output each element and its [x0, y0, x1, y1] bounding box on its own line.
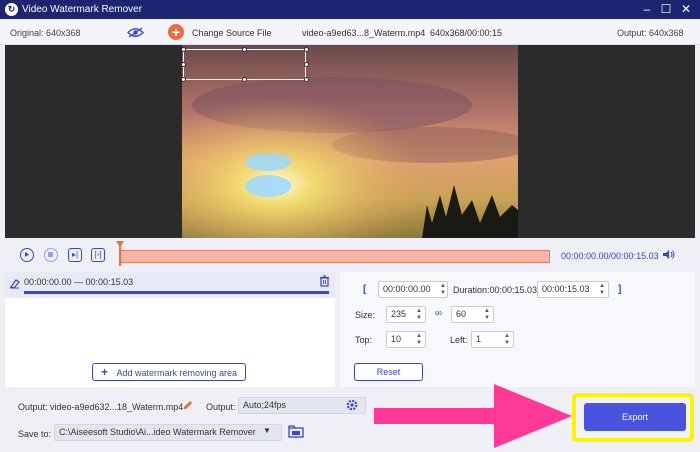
minimize-icon[interactable]: – — [640, 2, 654, 16]
top-spinner-icon[interactable]: ▲ ▼ — [415, 333, 423, 347]
segment-progress-bar — [24, 291, 329, 294]
resize-handle[interactable] — [304, 47, 309, 52]
chevron-down-icon[interactable]: ▼ — [263, 426, 271, 435]
link-icon[interactable]: ∞ — [435, 308, 442, 319]
plus-icon: + — [100, 365, 108, 379]
stop-icon[interactable] — [44, 248, 58, 262]
resize-handle[interactable] — [181, 62, 186, 67]
size-label: Size: — [355, 310, 376, 320]
pointer-arrow-icon — [374, 384, 572, 448]
set-start-icon[interactable]: [ — [363, 284, 366, 295]
folder-icon[interactable] — [288, 425, 304, 438]
source-filename: video-a9ed63...8_Waterm.mp4 — [302, 28, 426, 38]
start-time-field[interactable]: 00:00:00.00 — [378, 281, 448, 298]
output-label: Output: — [18, 402, 48, 412]
original-resolution: Original: 640x368 — [10, 28, 81, 38]
timecode: 00:00:00.00/00:00:15.03 — [561, 251, 659, 261]
output-format-label: Output: — [206, 402, 236, 412]
left-spinner-icon[interactable]: ▲ ▼ — [503, 333, 511, 347]
left-label: Left: — [450, 335, 468, 345]
resize-handle[interactable] — [304, 77, 309, 82]
save-path-select[interactable]: C:\Aiseesoft Studio\Ai...ideo Watermark … — [54, 424, 282, 441]
eraser-icon — [10, 279, 20, 289]
width-spinner-icon[interactable]: ▲ ▼ — [415, 308, 423, 322]
top-label: Top: — [355, 335, 373, 345]
output-filename: video-a9ed632...18_Waterm.mp4 — [50, 402, 184, 412]
edit-icon[interactable] — [183, 400, 193, 410]
resize-handle[interactable] — [304, 62, 309, 67]
resize-handle[interactable] — [242, 77, 247, 82]
height-spinner-icon[interactable]: ▲ ▼ — [483, 308, 491, 322]
watermark-selection-box[interactable] — [183, 49, 306, 80]
window-title: Video Watermark Remover — [22, 4, 143, 15]
duration-label: Duration:00:00:15.03 — [453, 285, 538, 295]
start-spinner-icon[interactable]: ▲ ▼ — [439, 283, 447, 297]
volume-icon[interactable] — [662, 249, 675, 260]
save-to-label: Save to: — [18, 429, 52, 439]
segment-time-range: 00:00:00.00 — 00:00:15.03 — [24, 277, 134, 287]
resize-handle[interactable] — [242, 47, 247, 52]
play-icon[interactable] — [20, 248, 34, 262]
timeline-track[interactable] — [120, 250, 550, 263]
export-button[interactable]: Export — [584, 403, 686, 431]
info-bar: Original: 640x368 + Change Source File v… — [0, 19, 700, 45]
output-resolution: Output: 640x368 — [617, 28, 684, 38]
end-spinner-icon[interactable]: ▲ ▼ — [598, 283, 606, 297]
maximize-icon[interactable]: ☐ — [659, 2, 673, 16]
trash-icon[interactable] — [319, 275, 330, 287]
change-source-button[interactable]: Change Source File — [192, 28, 272, 38]
resize-handle[interactable] — [181, 77, 186, 82]
set-end-icon[interactable]: ] — [618, 284, 621, 295]
source-info: 640x368/00:00:15 — [430, 28, 503, 38]
add-area-label: Add watermark removing area — [116, 368, 238, 378]
playhead-marker-icon[interactable] — [116, 241, 124, 247]
add-watermark-area-button[interactable]: + Add watermark removing area — [92, 363, 246, 381]
add-source-icon[interactable]: + — [168, 24, 184, 40]
gear-icon[interactable] — [346, 399, 358, 411]
resize-handle[interactable] — [181, 47, 186, 52]
eye-icon[interactable] — [127, 27, 144, 38]
title-bar: ↻ Video Watermark Remover – ☐ ✕ — [0, 0, 700, 19]
close-icon[interactable]: ✕ — [679, 2, 693, 16]
app-logo-icon: ↻ — [5, 3, 18, 16]
next-frame-icon[interactable]: ▸| — [68, 248, 82, 262]
fit-frame-icon[interactable]: [▫] — [91, 248, 105, 262]
